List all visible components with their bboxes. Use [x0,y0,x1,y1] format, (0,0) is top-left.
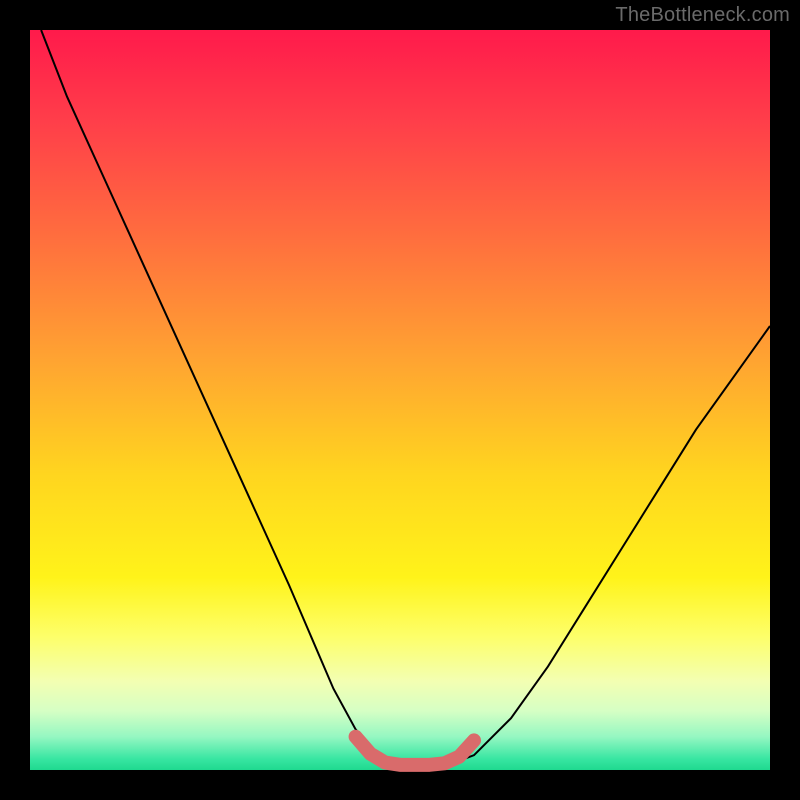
plot-background [30,30,770,770]
watermark-text: TheBottleneck.com [615,4,790,27]
bottleneck-chart [0,0,800,800]
chart-frame: TheBottleneck.com [0,0,800,800]
